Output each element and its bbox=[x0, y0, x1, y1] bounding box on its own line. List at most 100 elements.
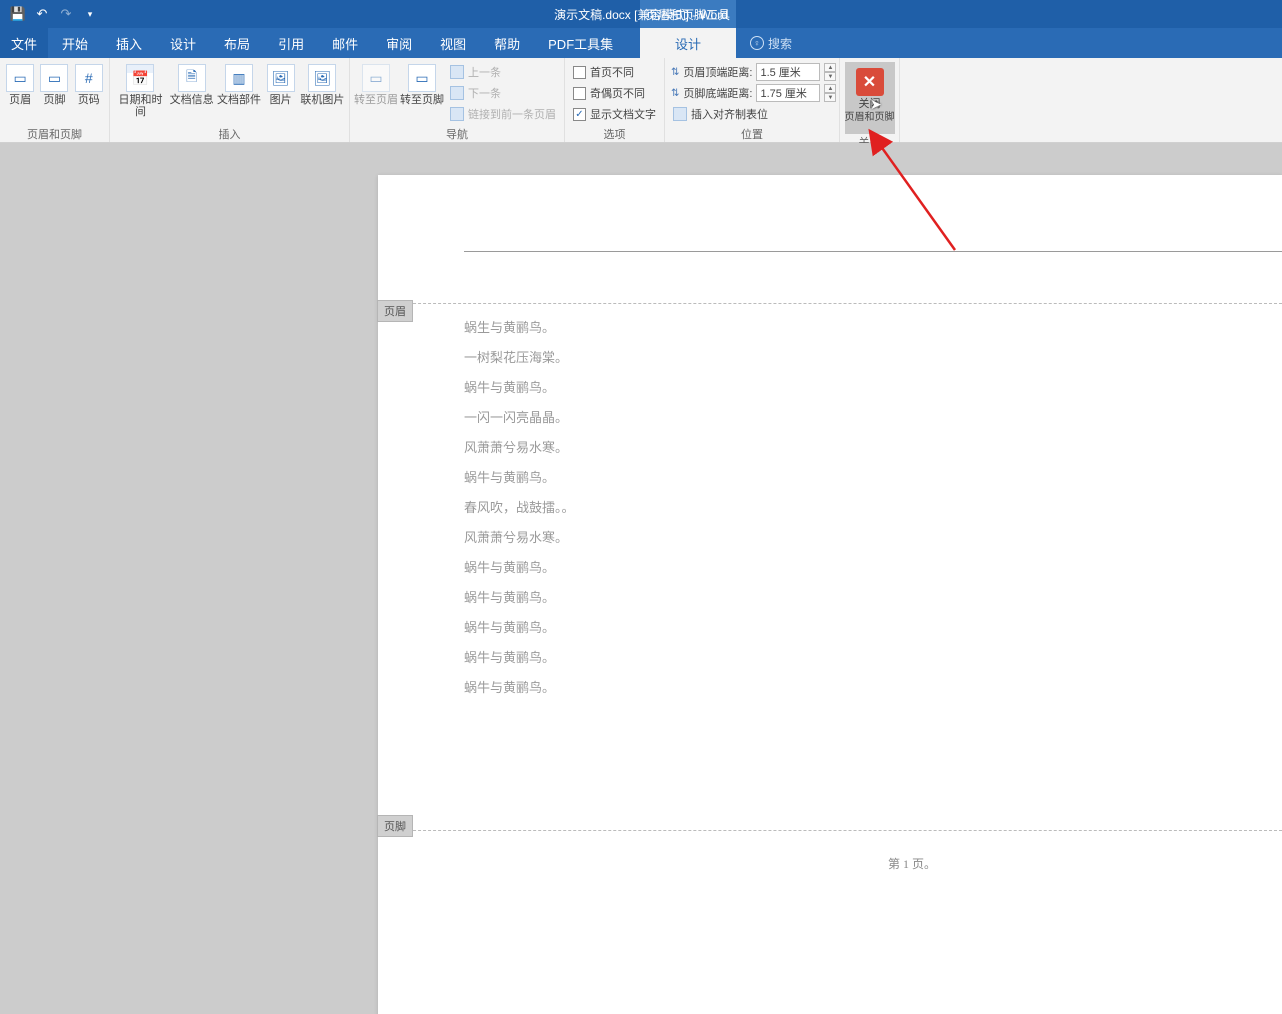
footer-tag: 页脚 bbox=[377, 815, 413, 837]
body-line: 蜗牛与黄鹂鸟。 bbox=[464, 463, 575, 493]
header-from-top-row: ⇅ 页眉顶端距离: 1.5 厘米 ▲▼ bbox=[669, 62, 838, 82]
group-label-insert: 插入 bbox=[114, 126, 345, 142]
quick-access-toolbar: 💾 ↶ ↷ ▾ bbox=[0, 6, 98, 22]
previous-button[interactable]: 上一条 bbox=[446, 62, 560, 82]
online-picture-label: 联机图片 bbox=[300, 94, 344, 106]
docparts-icon: ▥ bbox=[225, 64, 253, 92]
link-label: 链接到前一条页眉 bbox=[468, 106, 556, 122]
header-top-label: 页眉顶端距离: bbox=[683, 64, 752, 80]
group-header-footer: ▭ 页眉 ▭ 页脚 # 页码 页眉和页脚 bbox=[0, 58, 110, 142]
tab-help[interactable]: 帮助 bbox=[480, 28, 534, 58]
tab-design-main[interactable]: 设计 bbox=[156, 28, 210, 58]
group-label-position: 位置 bbox=[669, 126, 835, 142]
body-line: 蜗牛与黄鹂鸟。 bbox=[464, 373, 575, 403]
header-underline bbox=[464, 251, 1282, 252]
body-line: 蜗牛与黄鹂鸟。 bbox=[464, 553, 575, 583]
body-line: 蜗牛与黄鹂鸟。 bbox=[464, 643, 575, 673]
tab-mailings[interactable]: 邮件 bbox=[318, 28, 372, 58]
tab-file[interactable]: 文件 bbox=[0, 28, 48, 58]
spinner-icon: ⇅ bbox=[671, 88, 679, 99]
tab-pdf[interactable]: PDF工具集 bbox=[534, 28, 627, 58]
tab-home[interactable]: 开始 bbox=[48, 28, 102, 58]
header-label: 页眉 bbox=[9, 94, 31, 106]
online-picture-button[interactable]: 🖼 联机图片 bbox=[300, 62, 345, 106]
calendar-icon: 📅 bbox=[126, 64, 154, 92]
ribbon: ▭ 页眉 ▭ 页脚 # 页码 页眉和页脚 📅 日期和时间 🗎 文档信息 bbox=[0, 58, 1282, 143]
body-line: 一树梨花压海棠。 bbox=[464, 343, 575, 373]
tab-view[interactable]: 视图 bbox=[426, 28, 480, 58]
goto-header-icon: ▭ bbox=[362, 64, 390, 92]
body-line: 蜗生与黄鹂鸟。 bbox=[464, 313, 575, 343]
show-document-text-checkbox[interactable]: ✓显示文档文字 bbox=[569, 104, 660, 124]
page-number-button[interactable]: # 页码 bbox=[73, 62, 105, 106]
document-page[interactable]: 页眉 蜗生与黄鹂鸟。 一树梨花压海棠。 蜗牛与黄鹂鸟。 一闪一闪亮晶晶。 风萧萧… bbox=[378, 175, 1282, 1014]
save-icon[interactable]: 💾 bbox=[10, 6, 26, 22]
footer-bottom-input[interactable]: 1.75 厘米 bbox=[756, 84, 820, 102]
body-line: 风萧萧兮易水寒。 bbox=[464, 433, 575, 463]
prev-icon bbox=[450, 65, 464, 79]
goto-footer-label: 转至页脚 bbox=[400, 94, 444, 106]
goto-header-label: 转至页眉 bbox=[354, 94, 398, 106]
prev-label: 上一条 bbox=[468, 64, 501, 80]
goto-footer-button[interactable]: ▭ 转至页脚 bbox=[400, 62, 444, 106]
title-bar: 💾 ↶ ↷ ▾ 页眉和页脚工具 演示文稿.docx [兼容模式] - Word bbox=[0, 0, 1282, 28]
tab-references[interactable]: 引用 bbox=[264, 28, 318, 58]
docparts-label: 文档部件 bbox=[217, 94, 261, 106]
checkbox-checked-icon: ✓ bbox=[573, 108, 586, 121]
spin-down[interactable]: ▼ bbox=[824, 72, 836, 81]
header-top-input[interactable]: 1.5 厘米 bbox=[756, 63, 820, 81]
align-tab-label: 插入对齐制表位 bbox=[691, 106, 768, 122]
tab-review[interactable]: 审阅 bbox=[372, 28, 426, 58]
footer-label: 页脚 bbox=[43, 94, 65, 106]
document-body-text: 蜗生与黄鹂鸟。 一树梨花压海棠。 蜗牛与黄鹂鸟。 一闪一闪亮晶晶。 风萧萧兮易水… bbox=[464, 313, 575, 703]
next-icon bbox=[450, 86, 464, 100]
checkbox-icon bbox=[573, 66, 586, 79]
goto-footer-icon: ▭ bbox=[408, 64, 436, 92]
next-button[interactable]: 下一条 bbox=[446, 83, 560, 103]
group-options: 首页不同 奇偶页不同 ✓显示文档文字 选项 bbox=[565, 58, 665, 142]
datetime-button[interactable]: 📅 日期和时间 bbox=[114, 62, 167, 118]
header-button[interactable]: ▭ 页眉 bbox=[4, 62, 36, 106]
footer-icon: ▭ bbox=[40, 64, 68, 92]
body-line: 蜗牛与黄鹂鸟。 bbox=[464, 613, 575, 643]
header-area[interactable] bbox=[378, 175, 1282, 305]
footer-button[interactable]: ▭ 页脚 bbox=[38, 62, 70, 106]
footer-from-bottom-row: ⇅ 页脚底端距离: 1.75 厘米 ▲▼ bbox=[669, 83, 838, 103]
docinfo-button[interactable]: 🗎 文档信息 bbox=[169, 62, 214, 106]
group-label-nav: 导航 bbox=[354, 126, 560, 142]
undo-icon[interactable]: ↶ bbox=[34, 6, 50, 22]
tab-insert[interactable]: 插入 bbox=[102, 28, 156, 58]
page-number-label: 页码 bbox=[78, 94, 100, 106]
body-line: 风萧萧兮易水寒。 bbox=[464, 523, 575, 553]
bulb-icon: ♀ bbox=[750, 36, 764, 50]
close-header-footer-button[interactable]: ✕ 关闭 页眉和页脚 ➤ bbox=[845, 62, 895, 134]
picture-button[interactable]: 🖼 图片 bbox=[264, 62, 298, 106]
tab-header-footer-design[interactable]: 设计 bbox=[640, 28, 736, 58]
tab-layout[interactable]: 布局 bbox=[210, 28, 264, 58]
insert-alignment-tab-button[interactable]: 插入对齐制表位 bbox=[669, 104, 838, 124]
body-line: 一闪一闪亮晶晶。 bbox=[464, 403, 575, 433]
spin-up[interactable]: ▲ bbox=[824, 63, 836, 72]
header-boundary bbox=[378, 303, 1282, 304]
align-tab-icon bbox=[673, 107, 687, 121]
spin-up[interactable]: ▲ bbox=[824, 84, 836, 93]
docparts-button[interactable]: ▥ 文档部件 bbox=[216, 62, 261, 106]
redo-icon[interactable]: ↷ bbox=[58, 6, 74, 22]
qat-dropdown-icon[interactable]: ▾ bbox=[82, 6, 98, 22]
link-icon bbox=[450, 107, 464, 121]
spin-down[interactable]: ▼ bbox=[824, 93, 836, 102]
footer-boundary bbox=[378, 830, 1282, 831]
header-icon: ▭ bbox=[6, 64, 34, 92]
link-previous-button[interactable]: 链接到前一条页眉 bbox=[446, 104, 560, 124]
tell-me-search[interactable]: ♀ 搜索 bbox=[744, 28, 792, 58]
cursor-icon: ➤ bbox=[870, 96, 882, 113]
picture-icon: 🖼 bbox=[267, 64, 295, 92]
online-picture-icon: 🖼 bbox=[308, 64, 336, 92]
group-position: ⇅ 页眉顶端距离: 1.5 厘米 ▲▼ ⇅ 页脚底端距离: 1.75 厘米 ▲▼… bbox=[665, 58, 840, 142]
goto-header-button[interactable]: ▭ 转至页眉 bbox=[354, 62, 398, 106]
different-first-page-checkbox[interactable]: 首页不同 bbox=[569, 62, 660, 82]
body-line: 蜗牛与黄鹂鸟。 bbox=[464, 673, 575, 703]
different-odd-even-checkbox[interactable]: 奇偶页不同 bbox=[569, 83, 660, 103]
group-insert: 📅 日期和时间 🗎 文档信息 ▥ 文档部件 🖼 图片 🖼 联机图片 插入 bbox=[110, 58, 350, 142]
document-title: 演示文稿.docx [兼容模式] - Word bbox=[554, 6, 728, 23]
